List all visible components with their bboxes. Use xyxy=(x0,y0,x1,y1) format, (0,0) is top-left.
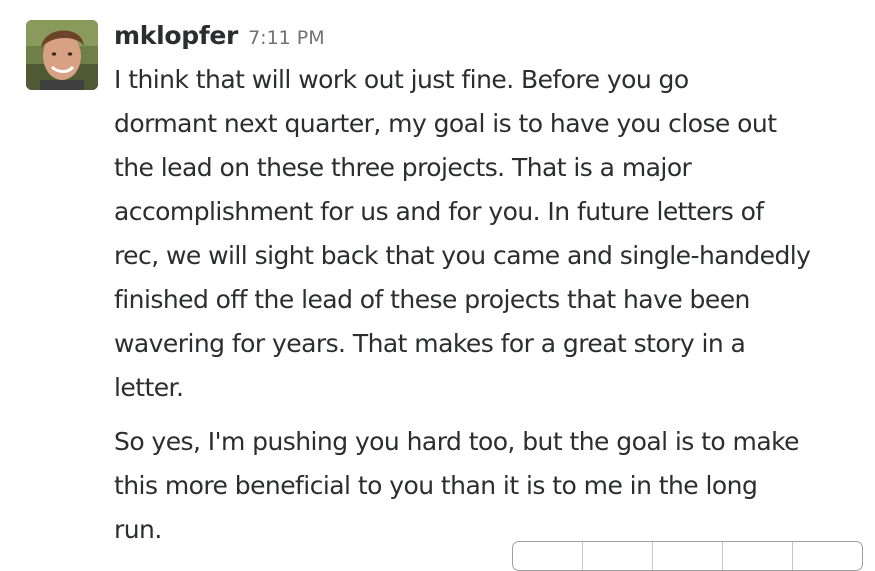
reply-icon[interactable] xyxy=(583,542,653,570)
message-line: I think that will work out just fine. Be… xyxy=(114,65,689,94)
message-line: wavering for years. That makes for a gre… xyxy=(114,329,746,358)
message-line: letter. xyxy=(114,373,184,402)
avatar[interactable] xyxy=(26,20,98,90)
username[interactable]: mklopfer xyxy=(114,21,238,50)
timestamp[interactable]: 7:11 PM xyxy=(248,27,325,49)
message-actions-toolbar xyxy=(512,541,863,571)
message-line: finished off the lead of these projects … xyxy=(114,285,750,314)
star-icon[interactable] xyxy=(723,542,793,570)
message-line: rec, we will sight back that you came an… xyxy=(114,241,811,270)
message-line: So yes, I'm pushing you hard too, but th… xyxy=(114,427,800,456)
message-body: I think that will work out just fine. Be… xyxy=(114,58,869,552)
more-icon[interactable] xyxy=(793,542,862,570)
message-paragraph: So yes, I'm pushing you hard too, but th… xyxy=(114,420,869,552)
message-line: the lead on these three projects. That i… xyxy=(114,153,692,182)
reaction-icon[interactable] xyxy=(513,542,583,570)
message-line: accomplishment for us and for you. In fu… xyxy=(114,197,764,226)
share-icon[interactable] xyxy=(653,542,723,570)
message-line: this more beneficial to you than it is t… xyxy=(114,471,758,500)
message-header: mklopfer 7:11 PM xyxy=(114,21,325,55)
message-paragraph: I think that will work out just fine. Be… xyxy=(114,58,869,410)
message: mklopfer 7:11 PM I think that will work … xyxy=(0,0,875,571)
message-line: dormant next quarter, my goal is to have… xyxy=(114,109,777,138)
avatar-photo xyxy=(26,20,98,90)
